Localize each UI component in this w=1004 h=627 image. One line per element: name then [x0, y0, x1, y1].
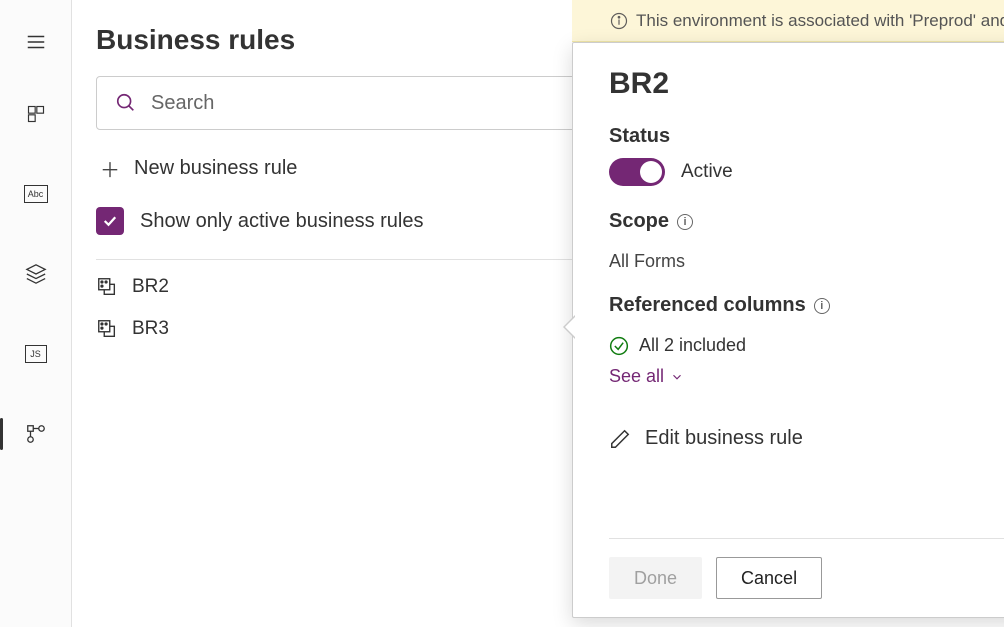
- panel-title: Business rules: [96, 24, 295, 56]
- check-circle-icon: [609, 336, 629, 356]
- edit-business-rule-button[interactable]: Edit business rule: [609, 427, 1004, 450]
- rule-icon: [96, 276, 118, 298]
- search-icon: [115, 92, 137, 114]
- check-icon: [101, 212, 119, 230]
- nav-rail: Abc JS: [0, 0, 72, 627]
- referenced-columns-label: Referenced columns i: [609, 294, 1004, 317]
- business-rules-panel: Business rules ＋ New business rule Show …: [72, 0, 1004, 627]
- rule-name: BR2: [132, 276, 169, 298]
- environment-banner: This environment is associated with 'Pre…: [572, 0, 1004, 42]
- hamburger-icon[interactable]: [24, 30, 48, 54]
- chevron-down-icon: [670, 370, 684, 384]
- show-active-checkbox[interactable]: [96, 207, 124, 235]
- js-icon: JS: [25, 345, 47, 363]
- flyout-footer: Done Cancel: [609, 538, 1004, 617]
- scope-label: Scope i: [609, 210, 1004, 233]
- rule-name: BR3: [132, 318, 169, 340]
- nav-item-js[interactable]: JS: [0, 334, 71, 374]
- scope-value: All Forms: [609, 251, 1004, 272]
- info-icon[interactable]: i: [814, 298, 830, 314]
- nav-item-business-rules[interactable]: [0, 414, 71, 454]
- status-toggle[interactable]: [609, 158, 665, 186]
- status-label: Status: [609, 125, 1004, 148]
- nav-item-dashboard[interactable]: [0, 94, 71, 134]
- grid-icon: [24, 102, 48, 126]
- layers-icon: [24, 262, 48, 286]
- info-icon[interactable]: i: [677, 214, 693, 230]
- rule-icon: [96, 318, 118, 340]
- show-active-label: Show only active business rules: [140, 210, 423, 233]
- rule-details-flyout: BR2 Status Active Scope i All Forms Refe…: [572, 42, 1004, 618]
- plus-icon: ＋: [100, 154, 120, 183]
- nav-item-abc[interactable]: Abc: [0, 174, 71, 214]
- nav-item-layers[interactable]: [0, 254, 71, 294]
- pencil-icon: [609, 428, 631, 450]
- flow-icon: [24, 422, 48, 446]
- done-button: Done: [609, 557, 702, 599]
- new-rule-label: New business rule: [134, 157, 297, 180]
- abc-icon: Abc: [24, 185, 48, 203]
- referenced-columns-summary: All 2 included: [609, 335, 1004, 356]
- banner-text: This environment is associated with 'Pre…: [636, 11, 1004, 31]
- info-icon: [610, 12, 628, 30]
- cancel-button[interactable]: Cancel: [716, 557, 822, 599]
- status-value: Active: [681, 161, 733, 183]
- see-all-link[interactable]: See all: [609, 366, 1004, 387]
- flyout-title: BR2: [609, 67, 1004, 101]
